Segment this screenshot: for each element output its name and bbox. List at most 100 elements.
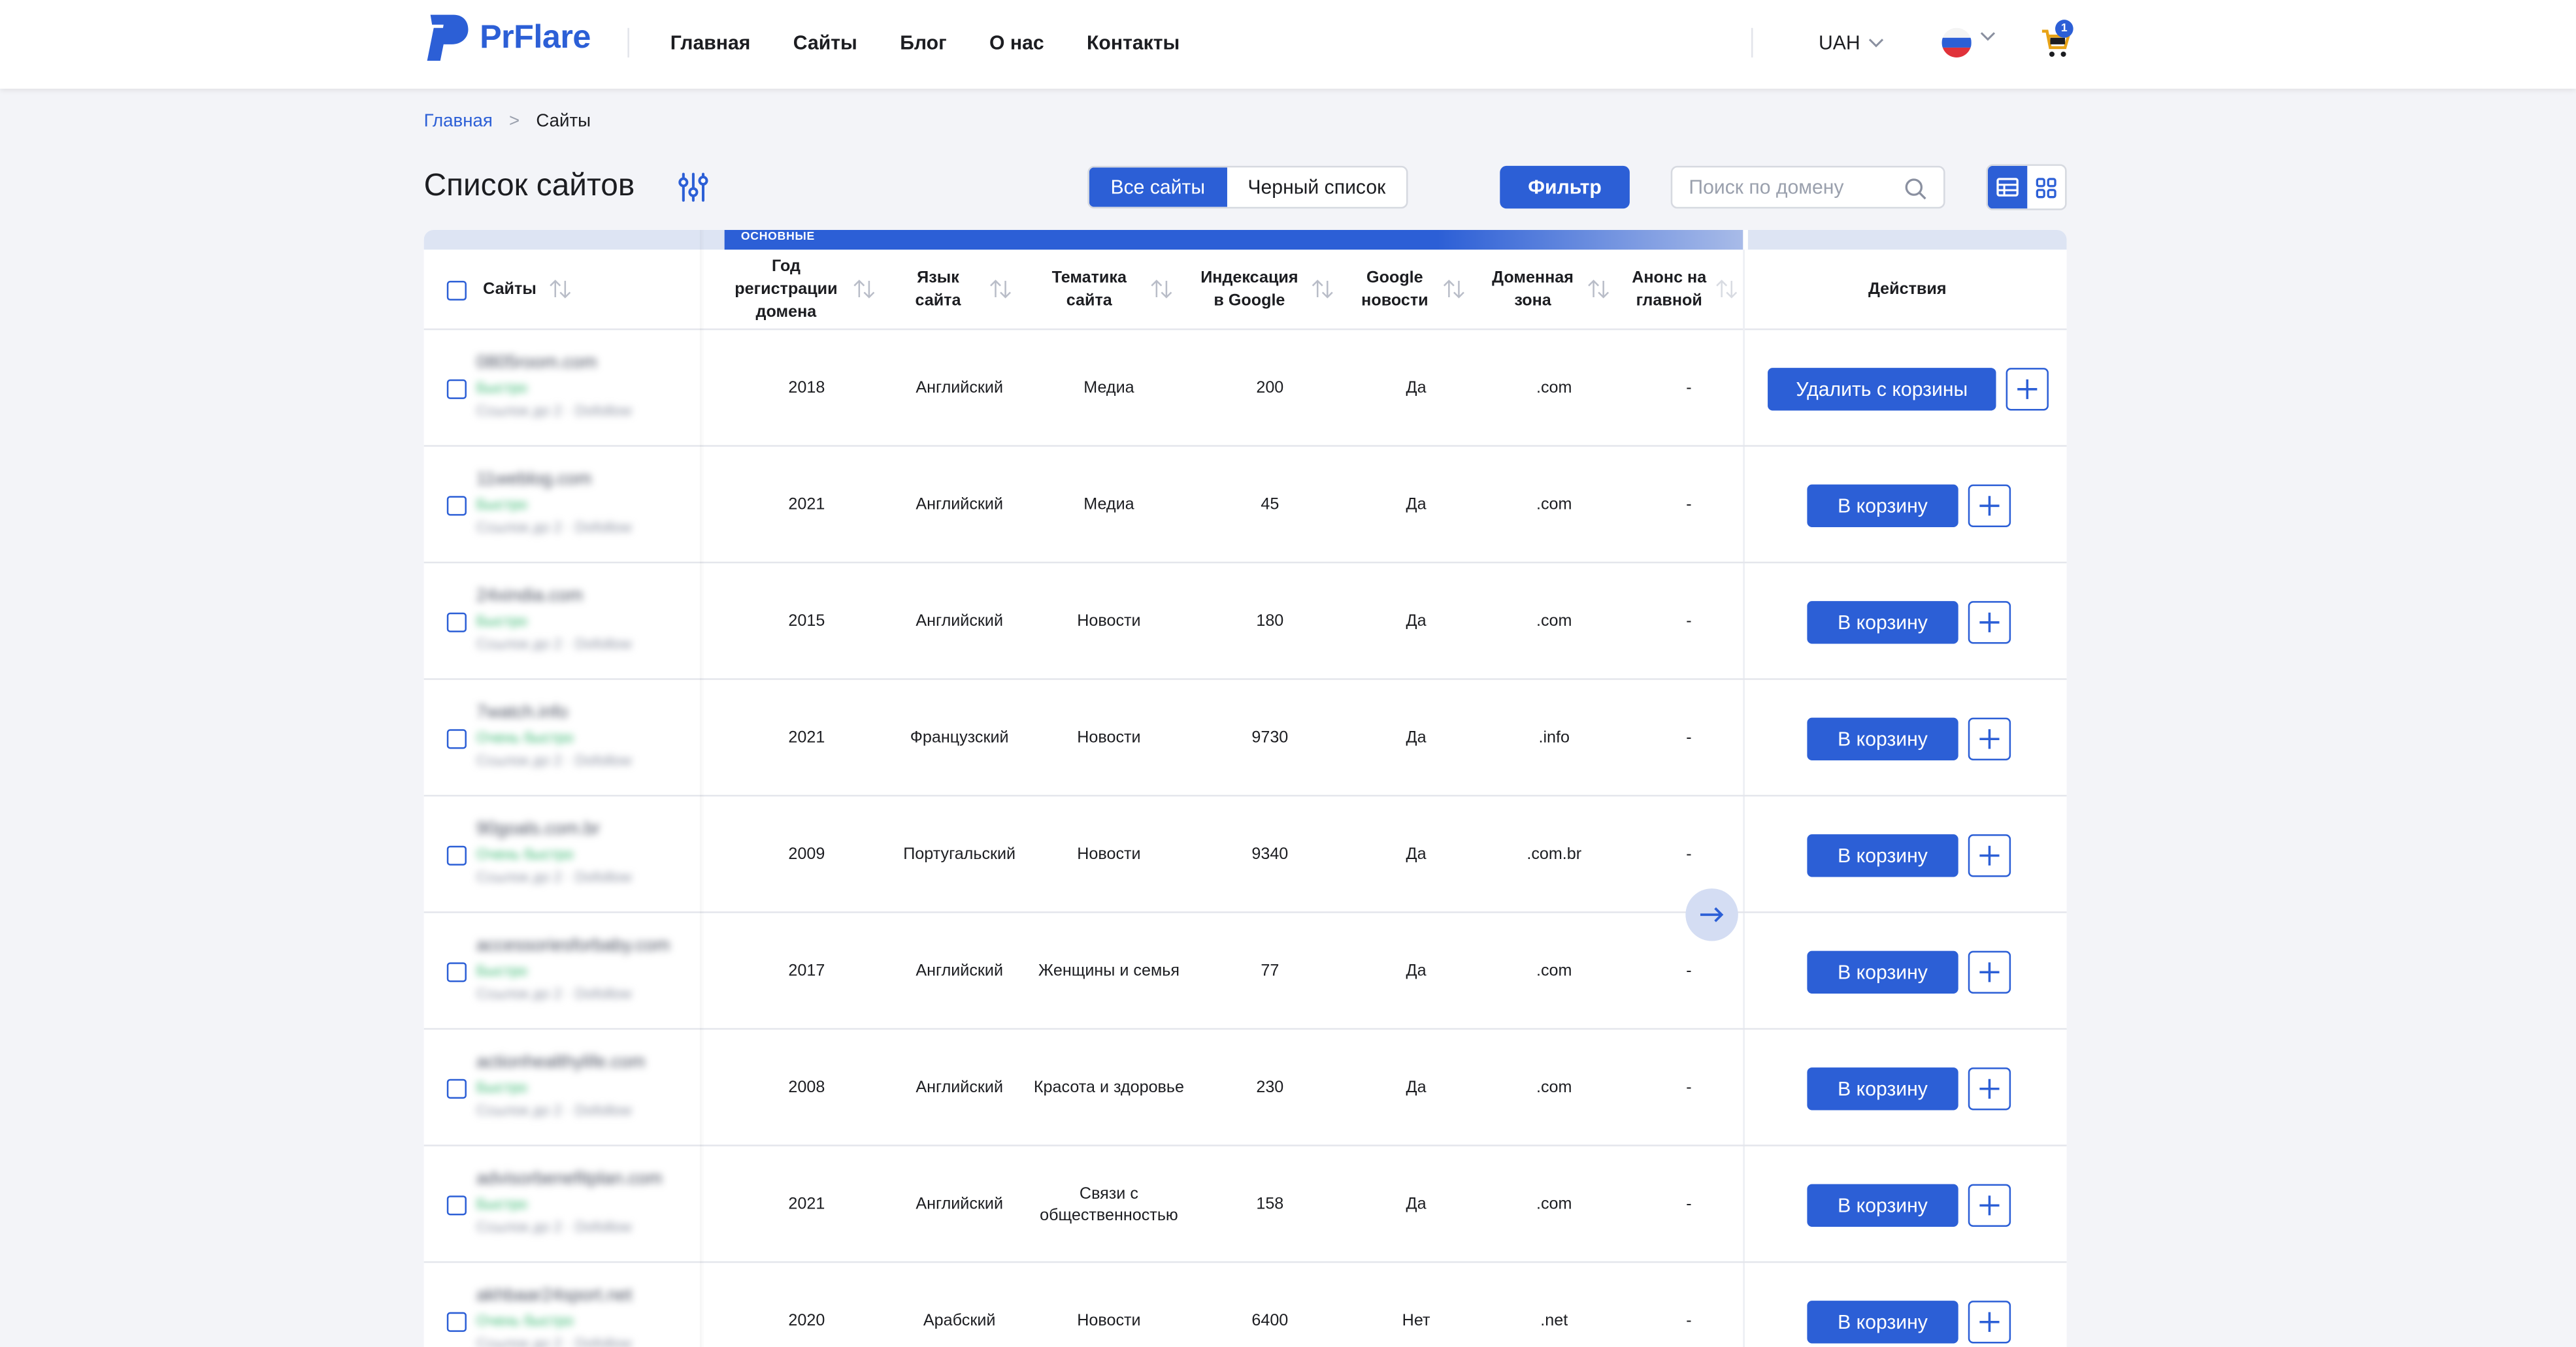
column-settings-icon[interactable]	[674, 167, 713, 206]
site-domain[interactable]: akhbaar24sport.net	[476, 1286, 698, 1305]
cell-domain-zone: .com	[1536, 379, 1572, 398]
logo-icon	[427, 14, 469, 61]
row-checkbox[interactable]	[446, 962, 467, 982]
site-links: Ссылок до 2 · Dofollow	[476, 519, 632, 536]
table-row: actionhealthylife.com Быстро Ссылок до 2…	[423, 1030, 2067, 1146]
table-view-icon	[1996, 178, 2019, 197]
table-row: 7watch.info Очень быстро Ссылок до 2 · D…	[423, 680, 2067, 797]
sort-icon[interactable]	[1442, 279, 1465, 299]
row-checkbox[interactable]	[446, 379, 467, 399]
sort-icon[interactable]	[989, 279, 1012, 299]
site-info: 7watch.info Очень быстро Ссылок до 2 · D…	[476, 703, 698, 769]
th-year: Год регистрации домена	[735, 257, 838, 321]
cell-language: Арабский	[923, 1312, 996, 1331]
tab-blacklist[interactable]: Черный список	[1227, 167, 1407, 206]
sort-icon[interactable]	[1150, 279, 1173, 299]
add-button[interactable]	[1968, 1067, 2011, 1111]
row-checkbox[interactable]	[446, 612, 467, 632]
cell-announce: -	[1686, 1079, 1692, 1097]
header-divider	[627, 27, 629, 57]
table-row: advisorbenefitplan.com Быстро Ссылок до …	[423, 1146, 2067, 1263]
row-checkbox[interactable]	[446, 496, 467, 516]
search-icon[interactable]	[1904, 178, 1927, 201]
sort-icon[interactable]	[549, 279, 572, 299]
site-domain[interactable]: 0805room.com	[476, 353, 698, 373]
select-all-checkbox[interactable]	[446, 250, 467, 330]
row-checkbox[interactable]	[446, 729, 467, 749]
site-speed: Очень быстро	[476, 729, 574, 746]
add-button[interactable]	[1968, 834, 2011, 877]
chevron-down-icon	[1869, 39, 1884, 48]
tab-all-sites[interactable]: Все сайты	[1089, 167, 1227, 207]
breadcrumb-current: Сайты	[536, 111, 591, 132]
site-domain[interactable]: 7watch.info	[476, 703, 698, 722]
table-view-button[interactable]	[1987, 165, 2027, 209]
page-title: Список сайтов	[423, 169, 635, 204]
cell-topic: Новости	[1077, 845, 1141, 864]
site-domain[interactable]: actionhealthylife.com	[476, 1052, 698, 1072]
site-domain[interactable]: 11weblog.com	[476, 470, 698, 489]
add-button[interactable]	[2006, 368, 2049, 411]
site-links: Ссылок до 2 · Dofollow	[476, 1335, 632, 1347]
chevron-down-icon[interactable]	[1979, 31, 1996, 41]
search-input[interactable]	[1672, 167, 1887, 207]
cell-google-index: 77	[1261, 962, 1280, 981]
site-domain[interactable]: advisorbenefitplan.com	[476, 1169, 698, 1189]
add-button[interactable]	[1968, 950, 2011, 994]
th-sites: Сайты	[483, 280, 537, 299]
nav-home[interactable]: Главная	[670, 31, 751, 54]
sort-icon[interactable]	[1311, 279, 1334, 299]
breadcrumb-home[interactable]: Главная	[424, 112, 493, 131]
grid-view-button[interactable]	[2026, 166, 2065, 208]
site-domain[interactable]: 90goals.com.br	[476, 819, 698, 839]
add-to-cart-button[interactable]: В корзину	[1807, 484, 1958, 527]
site-info: advisorbenefitplan.com Быстро Ссылок до …	[476, 1169, 698, 1235]
nav-contacts[interactable]: Контакты	[1087, 31, 1180, 54]
add-button[interactable]	[1968, 717, 2011, 760]
cell-announce: -	[1686, 729, 1692, 747]
cell-domain-zone: .com.br	[1527, 845, 1582, 864]
scroll-right-button[interactable]	[1685, 888, 1738, 941]
cell-announce: -	[1686, 1195, 1692, 1214]
cell-google-news: Да	[1406, 496, 1427, 514]
row-checkbox[interactable]	[446, 1195, 467, 1216]
sort-icon[interactable]	[1715, 279, 1738, 299]
th-domain-zone: Доменная зона	[1492, 268, 1574, 310]
cell-language: Английский	[916, 962, 1004, 981]
add-to-cart-button[interactable]: В корзину	[1807, 834, 1958, 877]
site-speed: Быстро	[476, 496, 528, 513]
cell-announce: -	[1686, 612, 1692, 631]
sort-icon[interactable]	[1587, 279, 1610, 299]
add-to-cart-button[interactable]: В корзину	[1807, 1184, 1958, 1227]
cell-language: Английский	[916, 496, 1004, 514]
add-to-cart-button[interactable]: В корзину	[1807, 1301, 1958, 1344]
cell-google-index: 180	[1256, 612, 1284, 631]
cell-language: Португальский	[903, 845, 1016, 864]
add-button[interactable]	[1968, 601, 2011, 644]
cell-language: Английский	[916, 1079, 1004, 1097]
sort-icon[interactable]	[853, 279, 876, 299]
add-to-cart-button[interactable]: В корзину	[1807, 717, 1958, 760]
add-button[interactable]	[1968, 1184, 2011, 1227]
currency-selector[interactable]: UAH	[1819, 31, 1885, 54]
remove-from-cart-button[interactable]: Удалить с корзины	[1768, 368, 1996, 411]
add-button[interactable]	[1968, 484, 2011, 527]
site-domain[interactable]: accessoriesforbaby.com	[476, 936, 698, 956]
cell-google-news: Да	[1406, 1195, 1427, 1214]
add-to-cart-button[interactable]: В корзину	[1807, 1067, 1958, 1111]
nav-sites[interactable]: Сайты	[793, 31, 857, 54]
filter-button[interactable]: Фильтр	[1500, 165, 1630, 209]
row-checkbox[interactable]	[446, 1079, 467, 1099]
add-to-cart-button[interactable]: В корзину	[1807, 950, 1958, 994]
add-button[interactable]	[1968, 1301, 2011, 1344]
table-row: 0805room.com Быстро Ссылок до 2 · Dofoll…	[423, 330, 2067, 447]
add-to-cart-button[interactable]: В корзину	[1807, 601, 1958, 644]
row-checkbox[interactable]	[446, 1312, 467, 1332]
plus-icon	[1979, 845, 2000, 866]
brand-logo[interactable]: PrFlare	[424, 12, 591, 64]
nav-blog[interactable]: Блог	[900, 31, 946, 54]
site-domain[interactable]: 24xindia.com	[476, 586, 698, 606]
nav-about[interactable]: О нас	[989, 31, 1044, 54]
row-checkbox[interactable]	[446, 845, 467, 866]
language-flag-icon[interactable]	[1941, 27, 1972, 57]
